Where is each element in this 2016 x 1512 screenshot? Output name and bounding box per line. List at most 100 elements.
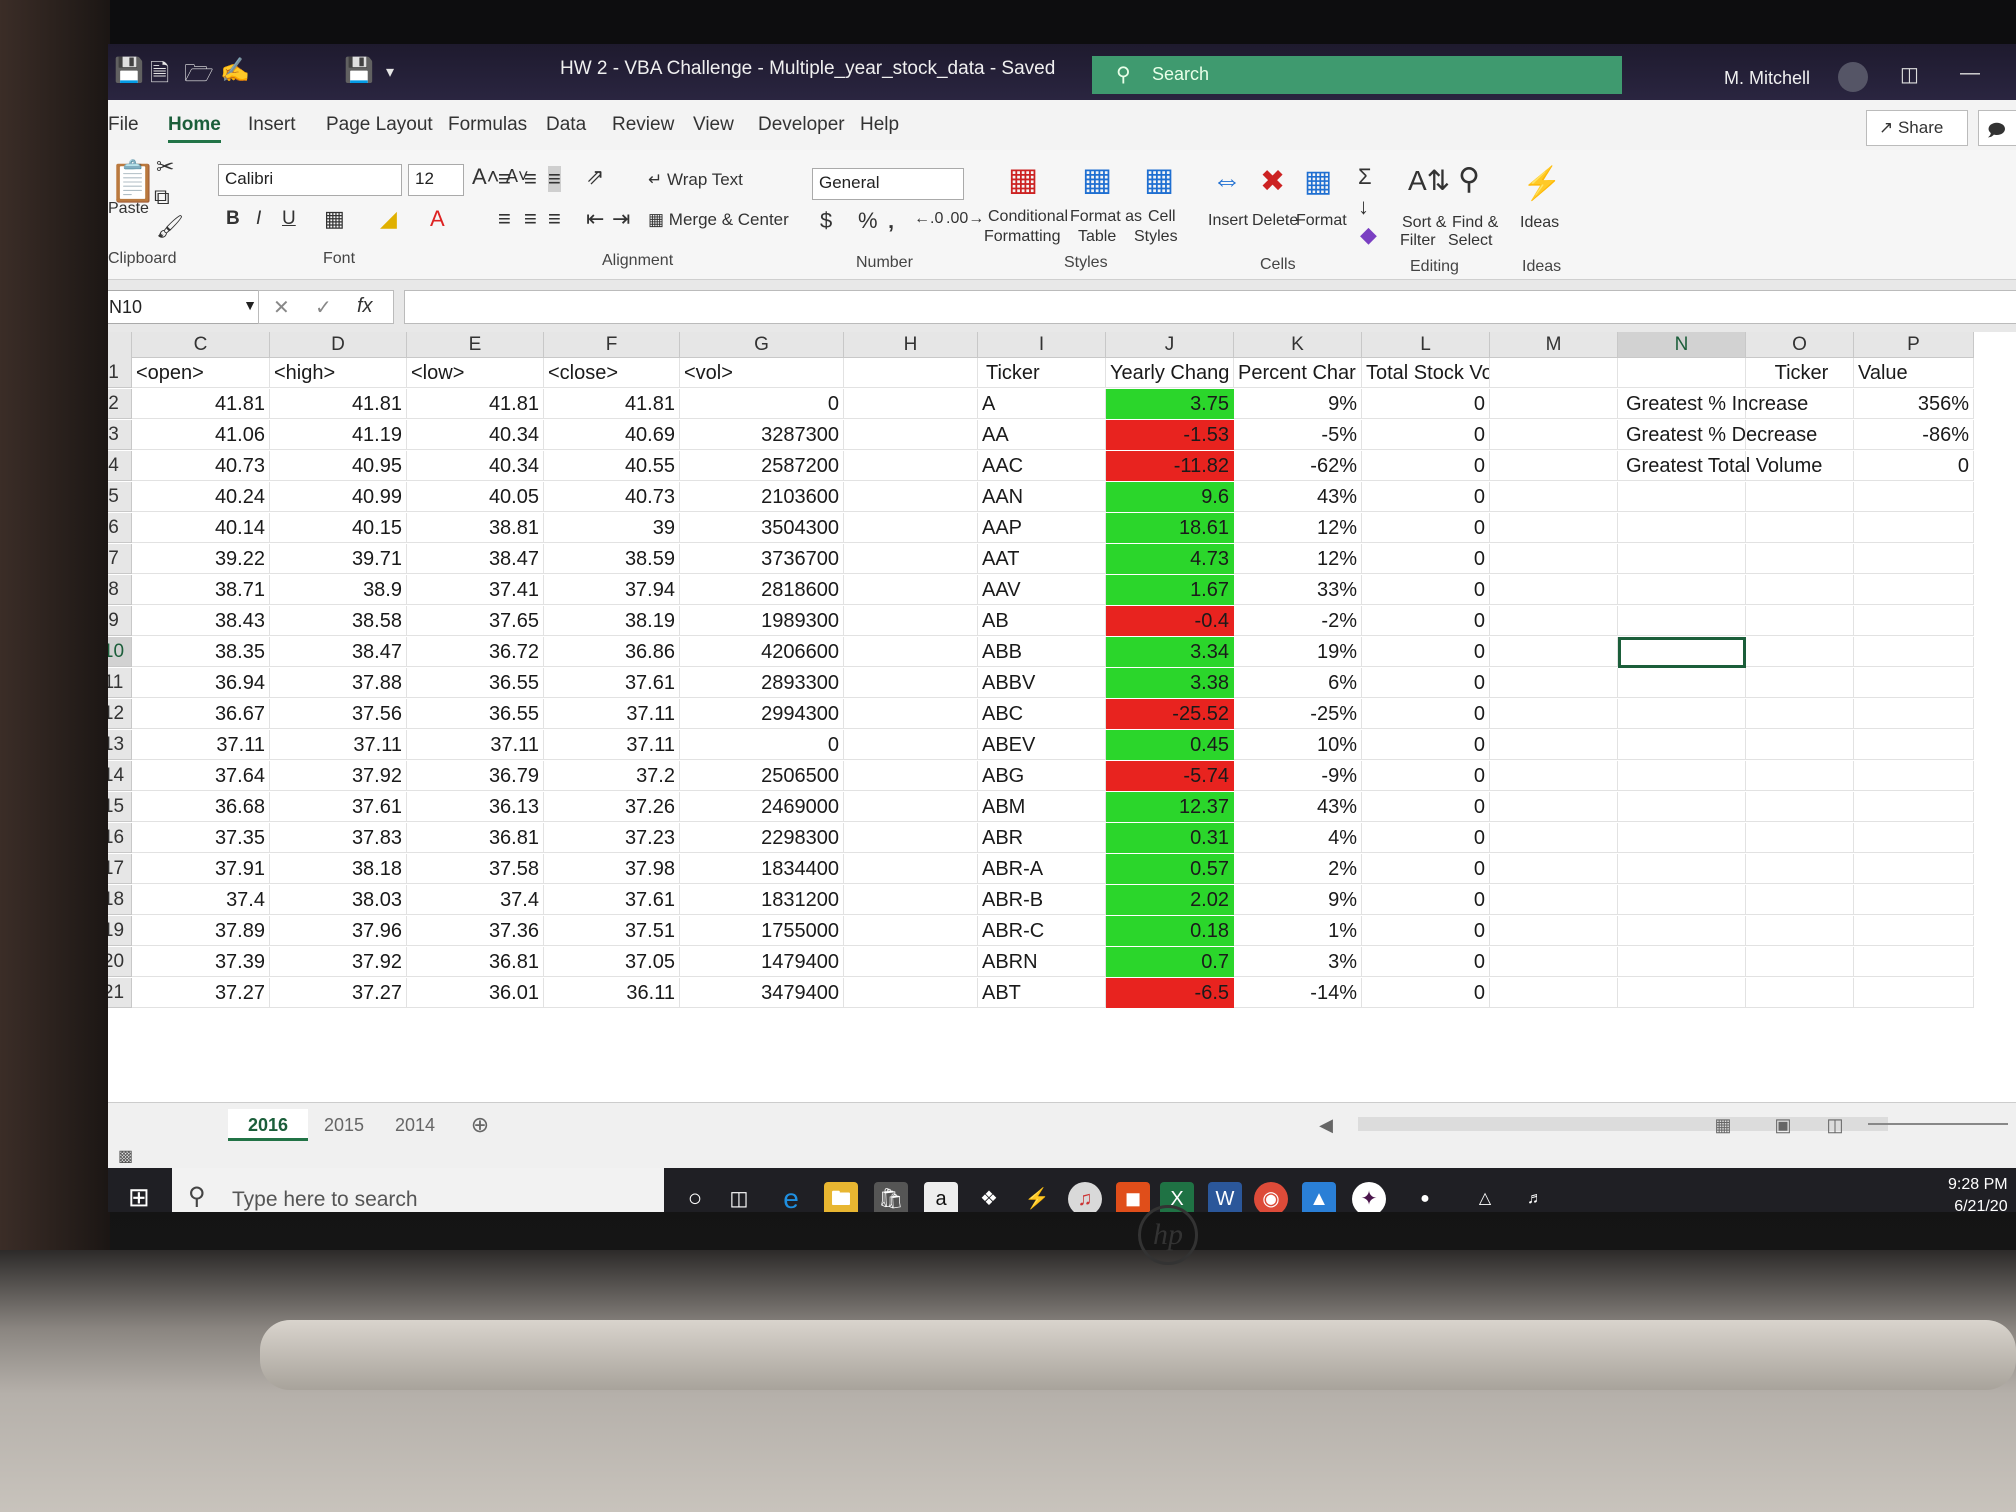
cell-close[interactable]: 39: [544, 513, 680, 543]
cell-vol[interactable]: 2469000: [680, 792, 844, 822]
cell-open[interactable]: 37.35: [132, 823, 270, 853]
cell-high[interactable]: 40.99: [270, 482, 407, 512]
cell-vol[interactable]: 1755000: [680, 916, 844, 946]
cell-total[interactable]: 0: [1362, 420, 1490, 450]
cell-total[interactable]: 0: [1362, 544, 1490, 574]
summary-value[interactable]: -86%: [1854, 420, 1974, 450]
cell-empty[interactable]: [1746, 792, 1854, 822]
tab-developer[interactable]: Developer: [758, 114, 845, 136]
cell-empty[interactable]: [1618, 544, 1746, 574]
cell-open[interactable]: 40.14: [132, 513, 270, 543]
ideas-icon[interactable]: ⚡: [1522, 164, 1562, 202]
underline-icon[interactable]: U: [282, 208, 296, 230]
cell-vol[interactable]: 1989300: [680, 606, 844, 636]
cell-vol[interactable]: 0: [680, 389, 844, 419]
copy-icon[interactable]: ⧉: [154, 184, 170, 210]
cell-high[interactable]: 40.95: [270, 451, 407, 481]
store-icon[interactable]: 🛍: [874, 1182, 908, 1212]
cell-pct[interactable]: -25%: [1234, 699, 1362, 729]
wrap-text-button[interactable]: ↵ Wrap Text: [648, 170, 743, 190]
cell-total[interactable]: 0: [1362, 730, 1490, 760]
zoom-slider[interactable]: [1868, 1123, 2008, 1125]
cell-change[interactable]: 12.37: [1106, 792, 1234, 822]
cell-high[interactable]: 38.18: [270, 854, 407, 884]
cut-icon[interactable]: ✂: [156, 154, 174, 180]
row-header[interactable]: 12: [108, 699, 132, 729]
cortana-icon[interactable]: ○: [678, 1182, 712, 1212]
cell-open[interactable]: 36.94: [132, 668, 270, 698]
cell-empty[interactable]: [844, 792, 978, 822]
cell-empty[interactable]: [1618, 513, 1746, 543]
cell-empty[interactable]: [1746, 699, 1854, 729]
cell-ticker[interactable]: AAV: [978, 575, 1106, 605]
cell-close[interactable]: 37.23: [544, 823, 680, 853]
cell-empty[interactable]: [1746, 513, 1854, 543]
cell-high[interactable]: 37.56: [270, 699, 407, 729]
cell-pct[interactable]: 19%: [1234, 637, 1362, 667]
cell-empty[interactable]: [844, 513, 978, 543]
cell-low[interactable]: 36.79: [407, 761, 544, 791]
cell-empty[interactable]: [1854, 730, 1974, 760]
cell-change[interactable]: -1.53: [1106, 420, 1234, 450]
cell-pct[interactable]: -9%: [1234, 761, 1362, 791]
cell-total[interactable]: 0: [1362, 761, 1490, 791]
tab-file[interactable]: File: [108, 114, 139, 136]
page-layout-view-icon[interactable]: ▣: [1768, 1109, 1798, 1141]
cell-low[interactable]: 36.55: [407, 699, 544, 729]
bold-icon[interactable]: B: [226, 208, 240, 230]
cell-empty[interactable]: [1490, 513, 1618, 543]
cell-empty[interactable]: [1490, 885, 1618, 915]
column-header-g[interactable]: G: [680, 332, 844, 358]
cell-pct[interactable]: 9%: [1234, 885, 1362, 915]
cell-empty[interactable]: [844, 451, 978, 481]
cell-pct[interactable]: -14%: [1234, 978, 1362, 1008]
cell-ticker[interactable]: ABR: [978, 823, 1106, 853]
header-cell[interactable]: <close>: [544, 358, 680, 388]
cell-empty[interactable]: [1746, 947, 1854, 977]
delete-cells-icon[interactable]: ✖: [1260, 164, 1285, 199]
horizontal-scrollbar[interactable]: [1358, 1117, 1888, 1131]
cell-close[interactable]: 37.26: [544, 792, 680, 822]
amazon-icon[interactable]: a: [924, 1182, 958, 1212]
header-cell[interactable]: <open>: [132, 358, 270, 388]
tab-page-layout[interactable]: Page Layout: [326, 114, 433, 136]
sheet-tab-2014[interactable]: 2014: [380, 1109, 450, 1141]
cell-empty[interactable]: [1618, 792, 1746, 822]
new-file-icon[interactable]: 🗎: [150, 56, 169, 97]
edge-icon[interactable]: e: [774, 1182, 808, 1212]
cell-empty[interactable]: [844, 606, 978, 636]
cell-ticker[interactable]: AAC: [978, 451, 1106, 481]
summary-value[interactable]: 356%: [1854, 389, 1974, 419]
cell-open[interactable]: 39.22: [132, 544, 270, 574]
column-header-e[interactable]: E: [407, 332, 544, 358]
cell-empty[interactable]: [1490, 699, 1618, 729]
cell-close[interactable]: 36.11: [544, 978, 680, 1008]
cell-close[interactable]: 36.86: [544, 637, 680, 667]
cell-open[interactable]: 37.89: [132, 916, 270, 946]
cell-empty[interactable]: [1854, 792, 1974, 822]
cell-empty[interactable]: [1854, 916, 1974, 946]
insert-cells-button[interactable]: Insert: [1208, 212, 1248, 230]
find-select-icon[interactable]: ⚲: [1458, 162, 1480, 197]
itunes-icon[interactable]: ♫: [1068, 1182, 1102, 1212]
save-icon[interactable]: 💾: [114, 56, 144, 85]
tab-insert[interactable]: Insert: [248, 114, 296, 136]
header-cell[interactable]: <high>: [270, 358, 407, 388]
row-header[interactable]: 20: [108, 947, 132, 977]
header-cell[interactable]: Percent Char: [1234, 358, 1362, 388]
cell-empty[interactable]: [1746, 668, 1854, 698]
fill-icon[interactable]: ↓: [1358, 194, 1369, 220]
column-header-d[interactable]: D: [270, 332, 407, 358]
cell-empty[interactable]: [844, 823, 978, 853]
row-header[interactable]: 15: [108, 792, 132, 822]
cell-low[interactable]: 36.13: [407, 792, 544, 822]
cell-empty[interactable]: [1854, 854, 1974, 884]
cell-close[interactable]: 37.61: [544, 885, 680, 915]
header-cell[interactable]: Ticker: [1746, 358, 1854, 388]
system-tray-icons[interactable]: ●: [1408, 1182, 1442, 1212]
summary-value[interactable]: 0: [1854, 451, 1974, 481]
row-header[interactable]: 6: [108, 513, 132, 543]
word-taskbar-icon[interactable]: W: [1208, 1182, 1242, 1212]
office-icon[interactable]: ◼: [1116, 1182, 1150, 1212]
cell-change[interactable]: 0.57: [1106, 854, 1234, 884]
